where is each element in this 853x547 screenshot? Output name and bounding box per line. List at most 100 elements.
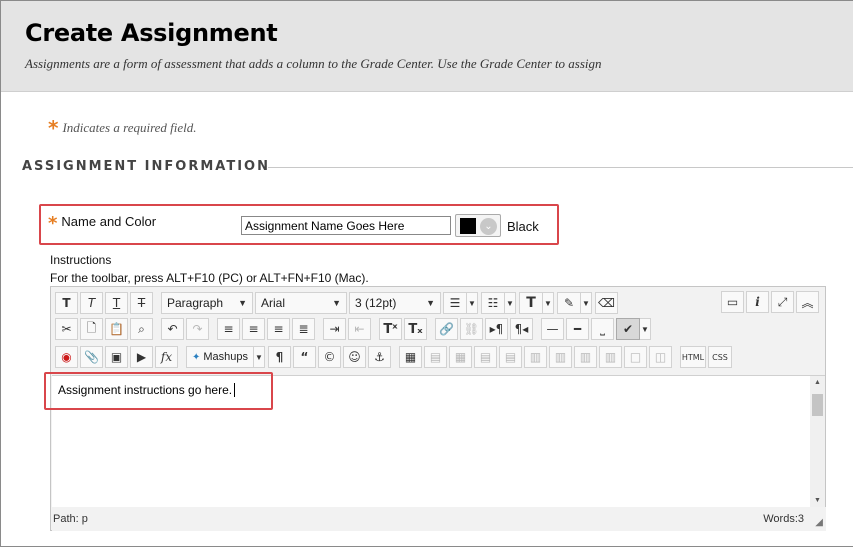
record-icon[interactable]: ◉: [55, 346, 78, 368]
horizontal-rule-icon[interactable]: —: [541, 318, 564, 340]
superscript-icon[interactable]: Tˣ: [379, 318, 402, 340]
toolbar-hint: For the toolbar, press ALT+F10 (PC) or A…: [50, 271, 369, 285]
required-star-icon: *: [48, 213, 58, 234]
emoticon-icon[interactable]: ☺: [343, 346, 366, 368]
undo-icon[interactable]: ↶: [161, 318, 184, 340]
css-button[interactable]: CSS: [708, 346, 732, 368]
size-select[interactable]: 3 (12pt) ▼: [349, 292, 441, 314]
insert-column-after-icon[interactable]: ▥: [574, 346, 597, 368]
fullscreen-icon[interactable]: ⤢: [771, 291, 794, 313]
copy-icon[interactable]: 🗋: [80, 318, 103, 340]
color-picker[interactable]: ⌄: [455, 214, 501, 237]
blockquote-icon[interactable]: “: [293, 346, 316, 368]
font-select[interactable]: Arial ▼: [255, 292, 347, 314]
page-header: Create Assignment Assignments are a form…: [1, 1, 853, 91]
rtl-paragraph-icon[interactable]: ¶◂: [510, 318, 533, 340]
math-formula-icon[interactable]: fx: [155, 346, 178, 368]
image-icon[interactable]: ▣: [105, 346, 128, 368]
table-row-props-icon[interactable]: ▤: [424, 346, 447, 368]
find-icon[interactable]: ⌕: [130, 318, 153, 340]
align-justify-icon[interactable]: ≣: [292, 318, 315, 340]
bold-icon[interactable]: T: [55, 292, 78, 314]
editor-status-bar: Path: p Words:3 ◢: [52, 507, 826, 531]
paragraph-mark-icon[interactable]: ¶: [268, 346, 291, 368]
bullet-list-icon[interactable]: ☰: [443, 292, 467, 314]
delete-column-icon[interactable]: ▥: [599, 346, 622, 368]
align-right-icon[interactable]: ≡: [267, 318, 290, 340]
toolbar-right-group: ▭ i ⤢ ︽: [721, 291, 821, 313]
color-swatch: [460, 218, 476, 234]
paragraph-select[interactable]: Paragraph ▼: [161, 292, 253, 314]
text-color-dropdown[interactable]: ▼: [543, 292, 554, 314]
numbered-list-dropdown[interactable]: ▼: [505, 292, 516, 314]
italic-icon[interactable]: T: [80, 292, 103, 314]
insert-table-icon[interactable]: ▦: [399, 346, 422, 368]
chevron-down-icon: ▼: [332, 298, 341, 308]
highlight-pen-icon[interactable]: ✎: [557, 292, 581, 314]
resize-grip-icon[interactable]: ◢: [815, 517, 823, 528]
html-source-button[interactable]: HTML: [680, 346, 706, 368]
nonbreaking-space-icon[interactable]: ⎵: [591, 318, 614, 340]
eraser-icon[interactable]: ⌫: [595, 292, 618, 314]
thick-rule-icon[interactable]: ━: [566, 318, 589, 340]
align-left-icon[interactable]: ≡: [217, 318, 240, 340]
attachment-icon[interactable]: 📎: [80, 346, 103, 368]
unlink-icon[interactable]: ⛓: [460, 318, 483, 340]
word-count: Words:3: [763, 513, 804, 525]
text-color-icon[interactable]: T: [519, 292, 543, 314]
spellcheck-icon[interactable]: ✔: [616, 318, 640, 340]
page-description: Assignments are a form of assessment tha…: [25, 56, 602, 71]
scroll-thumb[interactable]: [812, 394, 823, 416]
underline-icon[interactable]: T: [105, 292, 128, 314]
insert-row-before-icon[interactable]: ▤: [474, 346, 497, 368]
mashups-dropdown[interactable]: ▼: [254, 346, 265, 368]
font-select-value: Arial: [261, 296, 286, 310]
toolbar-row-1: T T T T Paragraph ▼ Arial ▼ 3 (12pt) ▼ ☰ ▼ ☷…: [55, 291, 620, 315]
strikethrough-icon[interactable]: T: [130, 292, 153, 314]
indent-icon[interactable]: ⇥: [323, 318, 346, 340]
highlight-dropdown[interactable]: ▼: [581, 292, 592, 314]
chevron-down-icon: ▼: [426, 298, 435, 308]
editor-scrollbar[interactable]: ▲ ▼: [810, 375, 825, 507]
anchor-icon[interactable]: ⚓: [368, 346, 391, 368]
align-center-icon[interactable]: ≡: [242, 318, 265, 340]
outdent-icon[interactable]: ⇤: [348, 318, 371, 340]
header-divider: [1, 91, 853, 92]
split-cells-icon[interactable]: □: [624, 346, 647, 368]
scroll-up-icon[interactable]: ▲: [814, 379, 821, 386]
section-title: ASSIGNMENT INFORMATION: [22, 159, 270, 174]
chevron-down-icon: ▼: [238, 298, 247, 308]
toolbar-row-3: ◉ 📎 ▣ ▶ fx ✦ Mashups ▼ ¶ “ © ☺ ⚓ ▦ ▤ ▦ ▤ ▤…: [55, 345, 734, 369]
bullet-list-dropdown[interactable]: ▼: [467, 292, 478, 314]
link-icon[interactable]: 🔗: [435, 318, 458, 340]
spellcheck-dropdown[interactable]: ▼: [640, 318, 651, 340]
collapse-toolbar-icon[interactable]: ︽: [796, 291, 819, 313]
table-cell-props-icon[interactable]: ▦: [449, 346, 472, 368]
insert-row-after-icon[interactable]: ▤: [499, 346, 522, 368]
section-divider: [268, 167, 853, 168]
delete-row-icon[interactable]: ▥: [524, 346, 547, 368]
mashups-select[interactable]: ✦ Mashups: [186, 346, 254, 368]
paste-icon[interactable]: 📋: [105, 318, 128, 340]
insert-column-before-icon[interactable]: ▥: [549, 346, 572, 368]
cut-icon[interactable]: ✂: [55, 318, 78, 340]
assignment-name-input[interactable]: [241, 216, 451, 235]
info-icon[interactable]: i: [746, 291, 769, 313]
instructions-label: Instructions: [50, 253, 112, 267]
copyright-icon[interactable]: ©: [318, 346, 341, 368]
merge-cells-icon[interactable]: ◫: [649, 346, 672, 368]
media-icon[interactable]: ▶: [130, 346, 153, 368]
required-note: * Indicates a required field.: [48, 116, 197, 140]
required-note-text: Indicates a required field.: [62, 120, 197, 135]
ltr-paragraph-icon[interactable]: ▸¶: [485, 318, 508, 340]
content-highlight-box: [44, 372, 273, 410]
numbered-list-icon[interactable]: ☷: [481, 292, 505, 314]
preview-icon[interactable]: ▭: [721, 291, 744, 313]
page-title: Create Assignment: [25, 19, 278, 47]
scroll-down-icon[interactable]: ▼: [814, 497, 821, 504]
redo-icon[interactable]: ↷: [186, 318, 209, 340]
required-star-icon: *: [48, 116, 59, 140]
mashups-icon: ✦: [192, 351, 201, 363]
chevron-down-icon[interactable]: ⌄: [480, 218, 497, 235]
subscript-icon[interactable]: Tₓ: [404, 318, 427, 340]
